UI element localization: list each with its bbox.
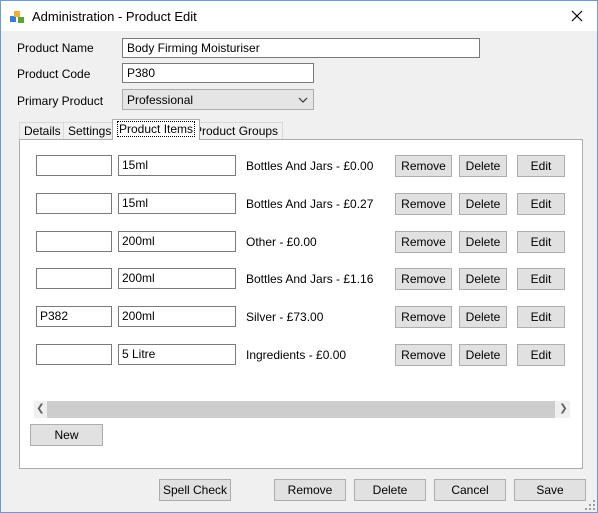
- scrollbar-thumb[interactable]: [47, 401, 555, 418]
- cancel-button[interactable]: Cancel: [434, 479, 506, 501]
- scroll-left-icon[interactable]: ❮: [34, 404, 47, 416]
- chevron-down-icon: [298, 97, 308, 103]
- item-delete-button[interactable]: Delete: [459, 155, 507, 177]
- item-description: Silver - £73.00: [246, 310, 324, 324]
- primary-product-label: Primary Product: [17, 94, 104, 108]
- save-button[interactable]: Save: [514, 479, 586, 501]
- item-delete-button[interactable]: Delete: [459, 268, 507, 290]
- item-remove-button[interactable]: Remove: [395, 268, 452, 290]
- product-name-label: Product Name: [17, 41, 94, 55]
- item-size-field[interactable]: 200ml: [118, 268, 236, 289]
- item-delete-button[interactable]: Delete: [459, 193, 507, 215]
- product-items-panel: 15ml Bottles And Jars - £0.00 Remove Del…: [19, 139, 583, 469]
- item-code-field[interactable]: [36, 268, 112, 289]
- item-row: 200ml Other - £0.00 Remove Delete Edit: [20, 231, 582, 253]
- item-description: Bottles And Jars - £0.00: [246, 159, 374, 173]
- item-description: Ingredients - £0.00: [246, 348, 347, 362]
- item-edit-button[interactable]: Edit: [517, 193, 565, 215]
- product-edit-window: Administration - Product Edit Product Na…: [0, 0, 598, 513]
- item-row: P382 200ml Silver - £73.00 Remove Delete…: [20, 306, 582, 328]
- item-code-field[interactable]: P382: [36, 306, 112, 327]
- item-remove-button[interactable]: Remove: [395, 193, 452, 215]
- product-code-field[interactable]: P380: [122, 63, 314, 83]
- delete-button[interactable]: Delete: [354, 479, 426, 501]
- item-code-field[interactable]: [36, 344, 112, 365]
- item-size-field[interactable]: 15ml: [118, 155, 236, 176]
- tab-product-items[interactable]: Product Items: [112, 119, 201, 140]
- item-code-field[interactable]: [36, 231, 112, 252]
- item-edit-button[interactable]: Edit: [517, 155, 565, 177]
- item-size-field[interactable]: 15ml: [118, 193, 236, 214]
- item-row: 200ml Bottles And Jars - £1.16 Remove De…: [20, 268, 582, 290]
- item-size-field[interactable]: 200ml: [118, 306, 236, 327]
- item-delete-button[interactable]: Delete: [459, 344, 507, 366]
- resize-grip-icon[interactable]: [585, 500, 595, 510]
- item-remove-button[interactable]: Remove: [395, 344, 452, 366]
- item-description: Other - £0.00: [246, 235, 317, 249]
- item-edit-button[interactable]: Edit: [517, 231, 565, 253]
- item-edit-button[interactable]: Edit: [517, 268, 565, 290]
- item-remove-button[interactable]: Remove: [395, 231, 452, 253]
- item-row: 15ml Bottles And Jars - £0.00 Remove Del…: [20, 155, 582, 177]
- product-code-label: Product Code: [17, 67, 91, 81]
- new-item-button[interactable]: New: [30, 424, 103, 446]
- app-icon: [10, 11, 24, 23]
- remove-button[interactable]: Remove: [274, 479, 346, 501]
- title-bar[interactable]: Administration - Product Edit: [1, 1, 597, 31]
- product-name-field[interactable]: Body Firming Moisturiser: [122, 38, 480, 58]
- tab-details[interactable]: Details: [19, 122, 66, 139]
- tab-product-groups[interactable]: Product Groups: [189, 122, 284, 139]
- spell-check-button[interactable]: Spell Check: [159, 479, 231, 501]
- window-title: Administration - Product Edit: [32, 9, 197, 24]
- item-row: 15ml Bottles And Jars - £0.27 Remove Del…: [20, 193, 582, 215]
- item-edit-button[interactable]: Edit: [517, 306, 565, 328]
- item-remove-button[interactable]: Remove: [395, 306, 452, 328]
- item-code-field[interactable]: [36, 193, 112, 214]
- item-size-field[interactable]: 200ml: [118, 231, 236, 252]
- close-icon: [571, 10, 583, 22]
- close-button[interactable]: [557, 1, 597, 31]
- item-row: 5 Litre Ingredients - £0.00 Remove Delet…: [20, 344, 582, 366]
- item-size-field[interactable]: 5 Litre: [118, 344, 236, 365]
- item-description: Bottles And Jars - £1.16: [246, 272, 374, 286]
- item-delete-button[interactable]: Delete: [459, 231, 507, 253]
- item-edit-button[interactable]: Edit: [517, 344, 565, 366]
- horizontal-scrollbar[interactable]: ❮ ❯: [34, 401, 570, 418]
- scroll-right-icon[interactable]: ❯: [557, 404, 570, 416]
- item-description: Bottles And Jars - £0.27: [246, 197, 374, 211]
- item-code-field[interactable]: [36, 155, 112, 176]
- item-remove-button[interactable]: Remove: [395, 155, 452, 177]
- item-delete-button[interactable]: Delete: [459, 306, 507, 328]
- tab-settings[interactable]: Settings: [63, 122, 117, 139]
- primary-product-value: Professional: [127, 93, 194, 107]
- primary-product-select[interactable]: Professional: [122, 89, 314, 110]
